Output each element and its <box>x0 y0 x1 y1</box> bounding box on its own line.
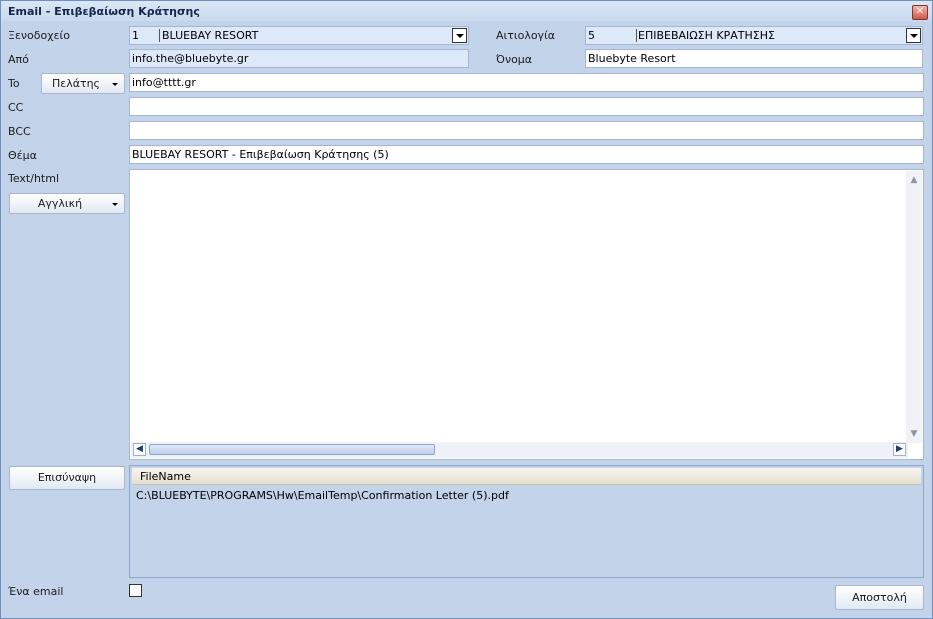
title-bar[interactable]: Email - Επιβεβαίωση Κράτησης ✕ <box>1 1 932 21</box>
scroll-left-icon[interactable]: ◀ <box>133 443 146 456</box>
cc-field[interactable] <box>129 97 924 116</box>
bcc-label: BCC <box>8 125 31 138</box>
name-label: Όνομα <box>496 53 533 66</box>
combo-separator <box>636 29 637 42</box>
hotel-name: BLUEBAY RESORT <box>162 29 259 42</box>
from-label: Από <box>8 53 29 66</box>
to-type-button-label: Πελάτης <box>51 77 101 90</box>
chevron-down-icon <box>112 83 118 86</box>
body-editor[interactable]: ▲ ▼ ◀ ▶ <box>129 169 924 460</box>
filename-column-header[interactable]: FileName <box>132 468 921 485</box>
single-email-checkbox[interactable] <box>129 584 142 597</box>
reason-combo[interactable]: 5 ΕΠΙΒΕΒΑΙΩΣΗ ΚΡΑΤΗΣΗΣ <box>585 26 923 45</box>
send-button[interactable]: Αποστολή <box>835 585 924 610</box>
horizontal-scrollbar[interactable]: ◀ ▶ <box>131 442 908 458</box>
chevron-down-icon[interactable] <box>452 28 467 43</box>
chevron-down-icon <box>112 203 118 206</box>
window-title: Email - Επιβεβαίωση Κράτησης <box>8 5 200 18</box>
body-label: Text/html <box>8 172 60 185</box>
subject-field[interactable]: BLUEBAY RESORT - Επιβεβαίωση Κράτησης (5… <box>129 145 924 164</box>
email-dialog: Email - Επιβεβαίωση Κράτησης ✕ Ξενοδοχεί… <box>0 0 933 619</box>
subject-label: Θέμα <box>8 149 37 162</box>
to-field[interactable]: info@tttt.gr <box>129 73 924 92</box>
hotel-combo[interactable]: 1 BLUEBAY RESORT <box>129 26 469 45</box>
hotel-label: Ξενοδοχείο <box>8 29 70 42</box>
bcc-field[interactable] <box>129 121 924 140</box>
to-label: To <box>8 77 20 90</box>
to-type-button[interactable]: Πελάτης <box>41 73 125 94</box>
table-row[interactable]: C:\BLUEBYTE\PROGRAMS\Hw\EmailTemp\Confir… <box>136 489 509 502</box>
chevron-down-icon[interactable] <box>906 28 921 43</box>
attachments-grid: FileName C:\BLUEBYTE\PROGRAMS\Hw\EmailTe… <box>129 465 924 578</box>
single-email-label: Ένα email <box>8 585 64 598</box>
cc-label: CC <box>8 101 24 114</box>
scroll-right-icon[interactable]: ▶ <box>893 443 906 456</box>
reason-code: 5 <box>588 29 595 42</box>
scroll-down-icon[interactable]: ▼ <box>907 427 921 441</box>
sender-name-field[interactable]: Bluebyte Resort <box>585 49 923 68</box>
attach-button[interactable]: Επισύναψη <box>9 466 125 490</box>
combo-separator <box>159 29 160 42</box>
close-icon[interactable]: ✕ <box>912 5 928 20</box>
reason-name: ΕΠΙΒΕΒΑΙΩΣΗ ΚΡΑΤΗΣΗΣ <box>638 29 775 42</box>
from-field[interactable]: info.the@bluebyte.gr <box>129 49 469 68</box>
hotel-code: 1 <box>132 29 139 42</box>
reason-label: Αιτιολογία <box>496 29 556 42</box>
scrollbar-thumb[interactable] <box>149 444 435 455</box>
scroll-up-icon[interactable]: ▲ <box>907 173 921 187</box>
language-button[interactable]: Αγγλική <box>9 193 125 214</box>
vertical-scrollbar[interactable]: ▲ ▼ <box>906 171 922 443</box>
language-button-label: Αγγλική <box>37 197 83 210</box>
